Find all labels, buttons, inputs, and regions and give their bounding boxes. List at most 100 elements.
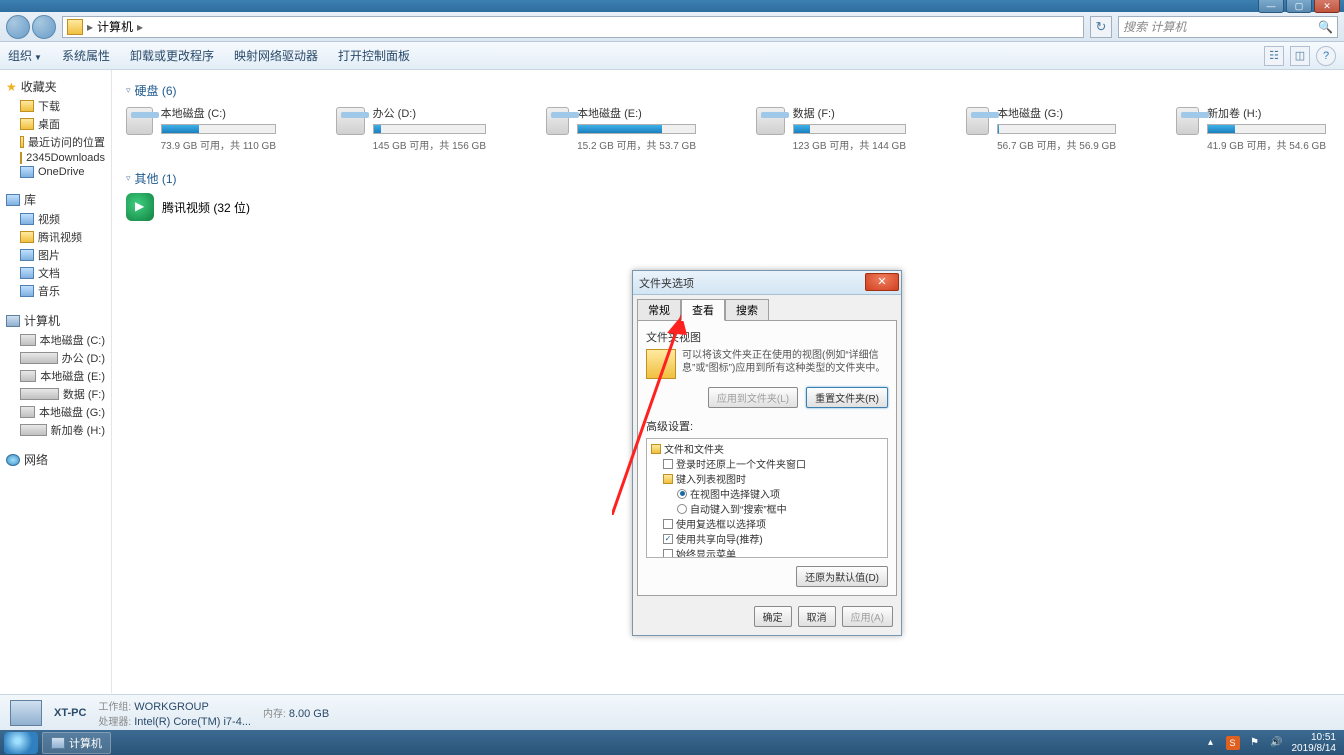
other-item-tencent[interactable]: 腾讯视频 (32 位)	[126, 193, 1330, 221]
sidebar-item-pictures[interactable]: 图片	[0, 246, 111, 264]
drive-item[interactable]: 本地磁盘 (G:) 56.7 GB 可用，共 56.9 GB	[966, 105, 1116, 152]
checkbox-icon[interactable]	[663, 459, 673, 469]
computer-large-icon	[10, 700, 42, 726]
tab-general[interactable]: 常规	[637, 299, 681, 320]
tree-row[interactable]: 使用复选框以选择项	[649, 516, 885, 531]
tree-row[interactable]: 始终显示菜单	[649, 546, 885, 558]
sidebar-item-drive-g[interactable]: 本地磁盘 (G:)	[0, 403, 111, 421]
taskbar-clock[interactable]: 10:51 2019/8/14	[1292, 732, 1341, 754]
tencent-video-icon	[126, 193, 154, 221]
refresh-button[interactable]: ↻	[1090, 16, 1112, 38]
sidebar-libraries[interactable]: 库	[0, 189, 111, 210]
sidebar-item-videos[interactable]: 视频	[0, 210, 111, 228]
drive-usage-bar	[997, 124, 1116, 134]
drive-item[interactable]: 新加卷 (H:) 41.9 GB 可用，共 54.6 GB	[1176, 105, 1326, 152]
tree-row[interactable]: 文件和文件夹	[649, 441, 885, 456]
drive-stats: 15.2 GB 可用，共 53.7 GB	[577, 137, 696, 152]
tree-row[interactable]: 在视图中选择键入项	[649, 486, 885, 501]
breadcrumb-sep-icon: ▸	[87, 20, 93, 34]
cancel-button[interactable]: 取消	[798, 606, 836, 627]
drive-icon	[546, 107, 569, 135]
search-input[interactable]: 搜索 计算机 🔍	[1118, 16, 1338, 38]
reset-folders-button[interactable]: 重置文件夹(R)	[806, 387, 888, 408]
tab-view[interactable]: 查看	[681, 299, 725, 321]
sidebar-computer[interactable]: 计算机	[0, 310, 111, 331]
taskbar: 计算机 ▴ S ⚑ 🔊 10:51 2019/8/14	[0, 730, 1344, 755]
drive-label: 本地磁盘 (C:)	[161, 105, 276, 121]
drive-icon	[20, 424, 47, 436]
dialog-close-button[interactable]: ✕	[865, 273, 899, 291]
sidebar-item-drive-f[interactable]: 数据 (F:)	[0, 385, 111, 403]
library-icon	[6, 194, 20, 206]
sidebar-item-music[interactable]: 音乐	[0, 282, 111, 300]
ok-button[interactable]: 确定	[754, 606, 792, 627]
folder-view-section-label: 文件夹视图	[646, 329, 888, 345]
control-panel-button[interactable]: 打开控制面板	[338, 47, 410, 64]
preview-pane-icon[interactable]: ◫	[1290, 46, 1310, 66]
sidebar-item-drive-c[interactable]: 本地磁盘 (C:)	[0, 331, 111, 349]
drive-label: 新加卷 (H:)	[1207, 105, 1326, 121]
tray-ime-icon[interactable]: S	[1226, 736, 1240, 750]
drive-stats: 123 GB 可用，共 144 GB	[793, 137, 906, 152]
uninstall-button[interactable]: 卸载或更改程序	[130, 47, 214, 64]
window-titlebar: — ▢ ✕	[0, 0, 1344, 12]
sidebar-item-drive-d[interactable]: 办公 (D:)	[0, 349, 111, 367]
radio-icon[interactable]	[677, 489, 687, 499]
advanced-settings-tree[interactable]: 文件和文件夹登录时还原上一个文件夹窗口键入列表视图时在视图中选择键入项自动键入到…	[646, 438, 888, 558]
view-icon[interactable]: ☷	[1264, 46, 1284, 66]
system-properties-button[interactable]: 系统属性	[62, 47, 110, 64]
tree-row[interactable]: 键入列表视图时	[649, 471, 885, 486]
drive-item[interactable]: 数据 (F:) 123 GB 可用，共 144 GB	[756, 105, 906, 152]
sidebar-item-downloads[interactable]: 下载	[0, 97, 111, 115]
tree-label: 在视图中选择键入项	[690, 486, 780, 501]
back-button[interactable]	[6, 15, 30, 39]
drive-stats: 73.9 GB 可用，共 110 GB	[161, 137, 276, 152]
restore-defaults-button[interactable]: 还原为默认值(D)	[796, 566, 888, 587]
music-icon	[20, 285, 34, 297]
recent-icon	[20, 136, 24, 148]
close-button[interactable]: ✕	[1314, 0, 1340, 13]
document-icon	[20, 267, 34, 279]
start-button[interactable]	[4, 732, 38, 754]
dialog-title: 文件夹选项	[639, 275, 694, 291]
tree-row[interactable]: ✓使用共享向导(推荐)	[649, 531, 885, 546]
help-icon[interactable]: ?	[1316, 46, 1336, 66]
taskbar-explorer-button[interactable]: 计算机	[42, 732, 111, 754]
status-computer-name: XT-PC	[54, 707, 86, 719]
sidebar-item-tencent[interactable]: 腾讯视频	[0, 228, 111, 246]
sidebar-item-recent[interactable]: 最近访问的位置	[0, 133, 111, 151]
sidebar-favorites[interactable]: ★收藏夹	[0, 76, 111, 97]
breadcrumb-item[interactable]: 计算机	[97, 18, 133, 35]
breadcrumb[interactable]: ▸ 计算机 ▸	[62, 16, 1084, 38]
tab-search[interactable]: 搜索	[725, 299, 769, 320]
minimize-button[interactable]: —	[1258, 0, 1284, 13]
drive-usage-bar	[373, 124, 486, 134]
drive-usage-bar	[1207, 124, 1326, 134]
group-header-other[interactable]: ▿其他 (1)	[126, 170, 1330, 187]
drive-item[interactable]: 办公 (D:) 145 GB 可用，共 156 GB	[336, 105, 486, 152]
forward-button[interactable]	[32, 15, 56, 39]
sidebar-item-2345[interactable]: 2345Downloads	[0, 151, 111, 165]
tray-volume-icon[interactable]: 🔊	[1270, 736, 1284, 750]
tree-row[interactable]: 登录时还原上一个文件夹窗口	[649, 456, 885, 471]
sidebar-item-drive-e[interactable]: 本地磁盘 (E:)	[0, 367, 111, 385]
group-header-drives[interactable]: ▿硬盘 (6)	[126, 82, 1330, 99]
sidebar-network[interactable]: 网络	[0, 449, 111, 470]
maximize-button[interactable]: ▢	[1286, 0, 1312, 13]
tree-row[interactable]: 自动键入到“搜索”框中	[649, 501, 885, 516]
drive-item[interactable]: 本地磁盘 (E:) 15.2 GB 可用，共 53.7 GB	[546, 105, 696, 152]
tray-action-center-icon[interactable]: ⚑	[1248, 736, 1262, 750]
sidebar-item-documents[interactable]: 文档	[0, 264, 111, 282]
sidebar-item-onedrive[interactable]: OneDrive	[0, 165, 111, 179]
sidebar-item-desktop[interactable]: 桌面	[0, 115, 111, 133]
map-drive-button[interactable]: 映射网络驱动器	[234, 47, 318, 64]
tray-up-icon[interactable]: ▴	[1204, 736, 1218, 750]
organize-menu[interactable]: 组织▼	[8, 47, 42, 64]
radio-icon[interactable]	[677, 504, 687, 514]
drive-item[interactable]: 本地磁盘 (C:) 73.9 GB 可用，共 110 GB	[126, 105, 276, 152]
dialog-titlebar[interactable]: 文件夹选项 ✕	[633, 271, 901, 295]
checkbox-icon[interactable]	[663, 519, 673, 529]
checkbox-icon[interactable]: ✓	[663, 534, 673, 544]
checkbox-icon[interactable]	[663, 549, 673, 559]
sidebar-item-drive-h[interactable]: 新加卷 (H:)	[0, 421, 111, 439]
